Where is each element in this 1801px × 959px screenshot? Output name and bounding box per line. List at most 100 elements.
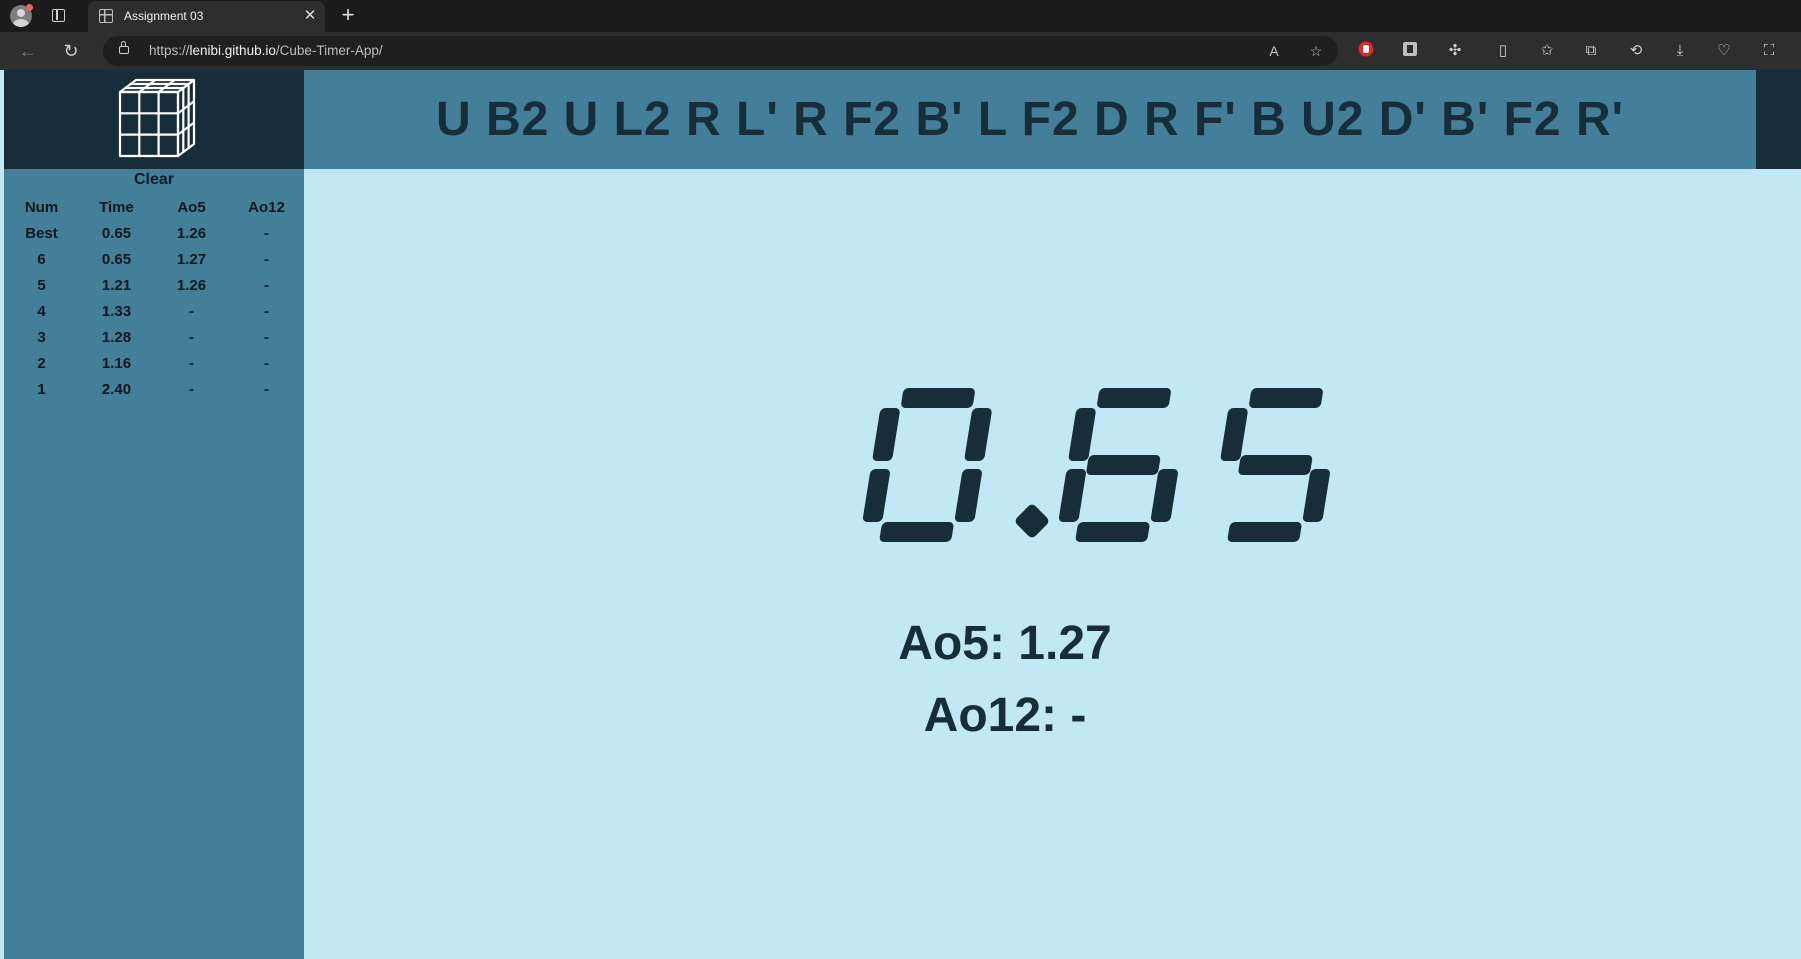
cell-ao5: 1.26 <box>176 276 207 294</box>
scramble-text: U B2 U L2 R L' R F2 B' L F2 D R F' B U2 … <box>435 93 1625 146</box>
timer-segment-f <box>872 408 900 461</box>
cell-ao5: - <box>189 302 194 320</box>
table-row: 2 1.16 - - <box>4 350 304 376</box>
cell-time: 0.65 <box>101 224 132 242</box>
column-header-num: Num <box>24 198 59 216</box>
url-path: /Cube-Timer-App/ <box>275 43 383 58</box>
timer-segment-a <box>1249 388 1323 408</box>
history-icon[interactable]: ⟲ <box>1626 41 1646 61</box>
performance-heart-icon[interactable]: ♡ <box>1714 41 1734 61</box>
screenshot-icon[interactable]: ⛶ <box>1759 41 1779 61</box>
new-tab-button[interactable]: + <box>337 4 359 26</box>
cell-ao12: - <box>264 328 269 346</box>
cell-time: 1.16 <box>101 354 132 372</box>
cell-ao12: - <box>264 302 269 320</box>
cell-ao12: - <box>264 224 269 242</box>
cell-time: 0.65 <box>101 250 132 268</box>
cell-num: 3 <box>37 328 46 346</box>
cell-num: Best <box>25 224 58 242</box>
timer-digit-2 <box>1220 388 1330 542</box>
table-row: 3 1.28 - - <box>4 324 304 350</box>
collections-icon[interactable]: ⧉ <box>1581 41 1601 61</box>
logo-area <box>4 70 304 169</box>
timer-segment-a <box>1097 388 1171 408</box>
split-screen-icon[interactable]: ▯ <box>1493 41 1513 61</box>
address-bar[interactable]: https://lenibi.github.io/Cube-Timer-App/… <box>103 36 1338 66</box>
timer-segment-c <box>954 469 982 522</box>
back-arrow-icon[interactable]: ← <box>16 39 40 63</box>
favorites-icon[interactable]: ✩ <box>1537 41 1557 61</box>
cell-num: 2 <box>37 354 46 372</box>
tab-actions-icon[interactable] <box>52 9 65 22</box>
timer-segment-f <box>1220 408 1248 461</box>
timer-segment-d <box>879 522 954 542</box>
grid-favicon-icon <box>99 9 113 23</box>
url-prefix: https:// <box>149 43 190 58</box>
timer-segment-g <box>1086 455 1161 475</box>
cell-ao5: - <box>189 380 194 398</box>
cell-time: 1.21 <box>101 276 132 294</box>
sidebar: Clear Num Time Ao5 Ao12 Best 0.65 1.26 - <box>4 70 304 959</box>
cell-time: 2.40 <box>101 380 132 398</box>
column-header-ao5: Ao5 <box>177 198 206 216</box>
cell-time: 1.33 <box>101 302 132 320</box>
timer-segment-d <box>1227 522 1302 542</box>
timer-digit-0 <box>862 388 992 542</box>
clear-button[interactable]: Clear <box>4 171 304 189</box>
cell-ao5: - <box>189 354 194 372</box>
extensions-puzzle-icon[interactable]: ✣ <box>1445 41 1465 61</box>
ao12-stat: Ao12: - <box>923 689 1087 742</box>
cell-ao12: - <box>264 354 269 372</box>
cell-ao12: - <box>264 276 269 294</box>
timer-segment-f <box>1068 408 1096 461</box>
header-dark-edge <box>1756 70 1801 169</box>
cell-ao12: - <box>264 250 269 268</box>
timer-segment-e <box>1058 469 1086 522</box>
column-header-ao12: Ao12 <box>248 198 285 216</box>
scramble-bar: U B2 U L2 R L' R F2 B' L F2 D R F' B U2 … <box>304 70 1756 169</box>
downloads-icon[interactable]: ⤓ <box>1670 41 1690 61</box>
table-row: 1 2.40 - - <box>4 376 304 402</box>
timer-segment-b <box>964 408 992 461</box>
favorite-star-icon[interactable]: ☆ <box>1307 42 1325 60</box>
column-header-time: Time <box>99 198 134 216</box>
url-text[interactable]: https://lenibi.github.io/Cube-Timer-App/ <box>149 43 383 58</box>
times-table: Num Time Ao5 Ao12 Best 0.65 1.26 - 6 0.6… <box>4 194 304 402</box>
table-header-row: Num Time Ao5 Ao12 <box>4 194 304 220</box>
timer-display <box>862 388 1330 542</box>
page-content: Clear Num Time Ao5 Ao12 Best 0.65 1.26 - <box>0 70 1801 959</box>
cell-num: 4 <box>37 302 46 320</box>
extension-square-icon[interactable] <box>1400 41 1420 61</box>
cell-num: 1 <box>37 380 46 398</box>
table-row: 4 1.33 - - <box>4 298 304 324</box>
table-row: 6 0.65 1.27 - <box>4 246 304 272</box>
cell-num: 6 <box>37 250 46 268</box>
refresh-icon[interactable]: ↻ <box>59 39 83 63</box>
read-aloud-icon[interactable]: A <box>1265 42 1283 60</box>
timer-digit-1 <box>1058 388 1178 542</box>
ao5-stat: Ao5: 1.27 <box>898 617 1112 670</box>
cell-ao5: - <box>189 328 194 346</box>
cell-num: 5 <box>37 276 46 294</box>
notification-dot-icon <box>26 4 33 11</box>
cell-ao12: - <box>264 380 269 398</box>
timer-segment-c <box>1150 469 1178 522</box>
url-host: lenibi.github.io <box>189 43 276 58</box>
lock-icon[interactable] <box>119 41 129 54</box>
timer-segment-d <box>1075 522 1150 542</box>
timer-segment-c <box>1302 469 1330 522</box>
browser-tab[interactable]: Assignment 03 ✕ <box>88 1 325 32</box>
timer-segment-a <box>901 388 975 408</box>
timer-segment-e <box>862 469 890 522</box>
close-tab-icon[interactable]: ✕ <box>301 7 319 25</box>
tab-title: Assignment 03 <box>124 9 204 23</box>
cell-ao5: 1.27 <box>176 250 207 268</box>
cube-logo-icon <box>118 78 196 158</box>
cell-time: 1.28 <box>101 328 132 346</box>
browser-tab-bar: Assignment 03 ✕ + <box>0 0 1801 32</box>
table-row: 5 1.21 1.26 - <box>4 272 304 298</box>
timer-area[interactable]: Ao5: 1.27 Ao12: - <box>304 169 1801 959</box>
cell-ao5: 1.26 <box>176 224 207 242</box>
adblock-extension-icon[interactable] <box>1356 41 1376 61</box>
browser-toolbar: ← ↻ https://lenibi.github.io/Cube-Timer-… <box>0 32 1801 70</box>
